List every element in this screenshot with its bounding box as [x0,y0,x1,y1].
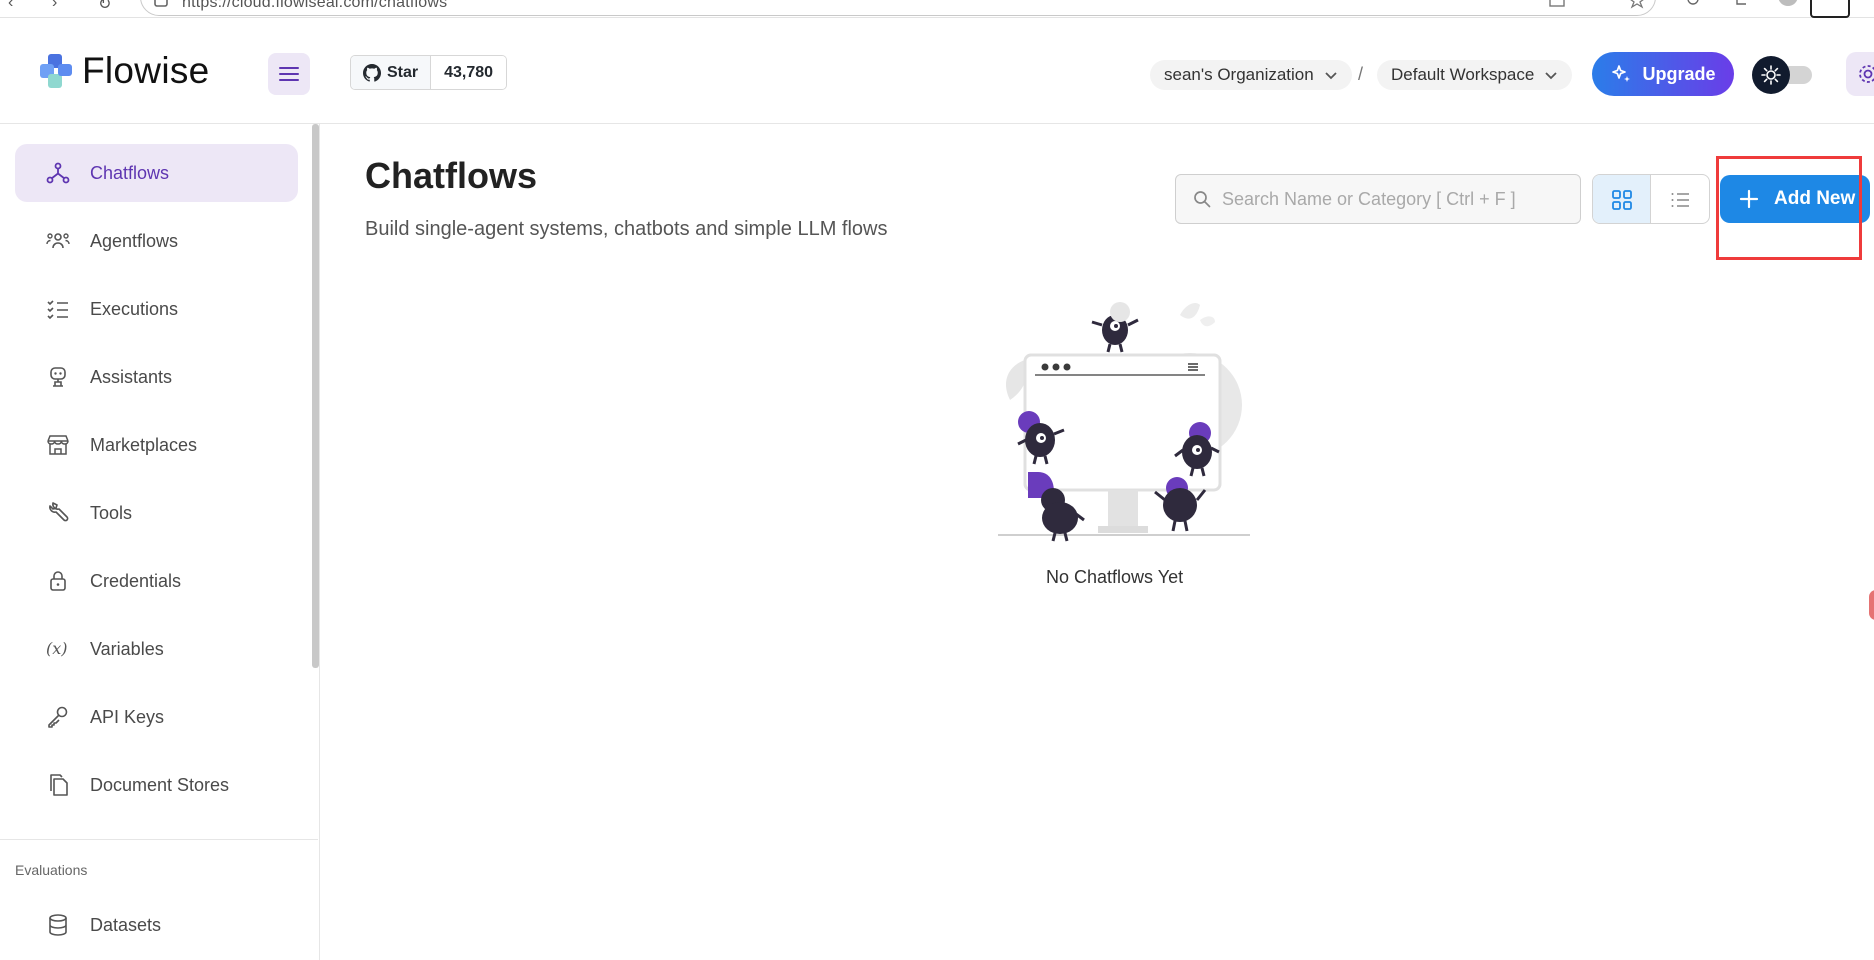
sidebar-item-label: Tools [90,502,133,523]
sidebar-item-label: Executions [90,298,179,319]
github-star-button[interactable]: Star [351,56,432,89]
sidebar-item-label: Agentflows [90,230,179,251]
search-box[interactable] [1175,174,1581,224]
sidebar-scrollbar[interactable] [312,124,319,668]
browser-window-button[interactable] [1810,0,1850,18]
sidebar-item-credentials[interactable]: Credentials [15,552,298,610]
view-mode-toggle[interactable] [1592,174,1710,224]
site-info-icon[interactable] [152,0,170,10]
floating-chat-launcher[interactable] [1869,590,1874,620]
url-text: https://cloud.flowiseai.com/chatflows [182,0,448,11]
sidebar-item-datasets[interactable]: Datasets [15,896,298,954]
search-input[interactable] [1222,188,1562,210]
svg-text:(x): (x) [46,639,68,658]
profile-avatar-icon[interactable] [1774,0,1802,10]
browser-toolbar: ‹ › ↻ https://cloud.flowiseai.com/chatfl… [0,0,1874,18]
sidebar-item-label: Chatflows [90,162,170,183]
sidebar: Chatflows Agentflows Executions Assistan… [0,124,320,960]
grid-icon [1611,190,1632,210]
sidebar-item-label: Credentials [90,570,182,591]
workspace-select[interactable]: Default Workspace [1377,60,1573,90]
variable-icon: (x) [46,639,68,658]
sidebar-item-assistants[interactable]: Assistants [15,348,298,406]
organization-label: sean's Organization [1164,65,1314,84]
chevron-down-icon [1545,72,1557,80]
sidebar-item-document-stores[interactable]: Document Stores [15,756,298,814]
highlight-annotation [1716,156,1862,260]
sidebar-divider [0,839,318,840]
flowise-logo-icon [40,54,72,88]
sidebar-section-evaluations: Evaluations [15,862,88,878]
sidebar-item-agentflows[interactable]: Agentflows [15,212,298,270]
key-icon [48,706,68,728]
reload-icon[interactable]: ↻ [98,0,111,14]
extensions-icon[interactable] [1684,0,1702,10]
menu-toggle-button[interactable] [268,53,310,95]
sidebar-item-label: API Keys [90,706,165,727]
checklist-icon [47,300,68,320]
sidebar-item-label: Datasets [90,914,162,935]
sidebar-item-marketplaces[interactable]: Marketplaces [15,416,298,474]
files-icon [50,774,68,796]
dark-mode-toggle[interactable] [1752,56,1814,94]
sparkles-icon [1612,65,1631,82]
brand-name: Flowise [82,50,210,91]
github-star-widget[interactable]: Star 43,780 [350,55,508,90]
lock-icon [50,571,66,591]
gear-icon [1859,65,1874,83]
github-star-count[interactable]: 43,780 [431,56,507,89]
users-group-icon [46,233,70,249]
toggle-knob [1752,56,1790,94]
breadcrumb-separator: / [1358,64,1364,84]
sun-icon [1761,65,1781,85]
upgrade-label: Upgrade [1642,63,1716,84]
tool-icon [49,502,69,522]
database-icon [49,914,67,936]
chevron-down-icon [1325,72,1337,80]
building-store-icon [47,435,69,455]
card-view-button[interactable] [1593,175,1652,223]
github-icon [363,63,381,82]
page-subtitle: Build single-agent systems, chatbots and… [365,218,888,240]
robot-icon [50,367,66,387]
app-header: Flowise Star 43,780 sean's Organization … [0,18,1874,124]
workspace-label: Default Workspace [1391,65,1535,84]
sidebar-item-label: Document Stores [90,774,230,795]
empty-state-text: No Chatflows Yet [1046,567,1184,587]
sidebar-item-tools[interactable]: Tools [15,484,298,542]
settings-button[interactable] [1846,52,1874,96]
organization-select[interactable]: sean's Organization [1150,60,1352,90]
sidebar-item-label: Marketplaces [90,434,198,455]
sidebar-item-label: Assistants [90,366,173,387]
menu-icon [279,67,299,81]
sidebar-item-label: Variables [90,638,164,659]
list-view-button[interactable] [1651,175,1709,223]
bookmark-star-icon[interactable] [1628,0,1646,10]
collections-icon[interactable] [1734,0,1752,10]
hierarchy-icon [46,162,70,184]
reader-icon[interactable] [1548,0,1566,10]
search-icon [1194,191,1211,208]
upgrade-button[interactable]: Upgrade [1592,52,1734,96]
sidebar-item-api-keys[interactable]: API Keys [15,688,298,746]
empty-state-illustration [998,302,1250,542]
sidebar-item-executions[interactable]: Executions [15,280,298,338]
page-title: Chatflows [365,155,538,196]
list-icon [1671,193,1689,207]
sidebar-item-variables[interactable]: (x) Variables [15,620,298,678]
sidebar-item-chatflows[interactable]: Chatflows [15,144,298,202]
forward-icon[interactable]: › [52,0,57,12]
github-star-label: Star [387,63,419,81]
back-icon[interactable]: ‹ [8,0,13,12]
